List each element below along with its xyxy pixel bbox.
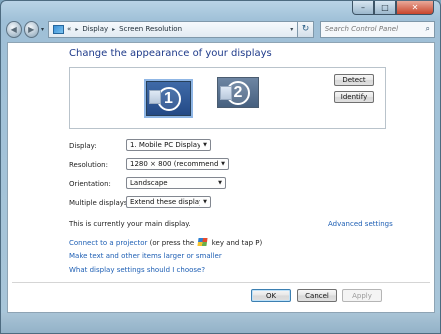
- display-select[interactable]: 1. Mobile PC Display ▼: [126, 139, 211, 151]
- advanced-settings-link[interactable]: Advanced settings: [328, 220, 393, 228]
- desktop-preview-icon: [220, 86, 232, 100]
- window-frame: – □ ✕ ◀ ▶ ▾ « ▸ Display ▸ Screen Resolut…: [0, 0, 441, 334]
- cancel-button[interactable]: Cancel: [297, 289, 337, 302]
- orientation-label: Orientation:: [69, 180, 111, 188]
- refresh-icon: ↻: [301, 24, 310, 34]
- multiple-displays-select-value: Extend these displays: [130, 198, 200, 206]
- display-help-link[interactable]: What display settings should I choose?: [69, 266, 205, 274]
- display-label: Display:: [69, 142, 97, 150]
- refresh-button[interactable]: ↻: [298, 20, 314, 38]
- desktop-preview-icon: [149, 90, 161, 104]
- forward-arrow-icon: ▶: [28, 24, 35, 34]
- windows-key-icon: [197, 238, 209, 246]
- breadcrumb-display[interactable]: Display: [82, 25, 108, 33]
- window-bottom-border: [1, 313, 440, 333]
- navigation-bar: ◀ ▶ ▾ « ▸ Display ▸ Screen Resolution ▾ …: [6, 18, 436, 40]
- content-pane: Change the appearance of your displays 1…: [7, 42, 435, 313]
- ok-button[interactable]: OK: [251, 289, 291, 302]
- recent-pages-dropdown[interactable]: ▾: [41, 26, 44, 33]
- footer-divider: [12, 282, 430, 283]
- chevron-down-icon: ▼: [221, 161, 225, 167]
- back-button[interactable]: ◀: [6, 20, 22, 38]
- breadcrumb-separator-icon[interactable]: ▸: [112, 26, 115, 33]
- search-box[interactable]: ⌕: [319, 20, 436, 38]
- resolution-select-value: 1280 × 800 (recommended): [130, 160, 218, 168]
- connect-projector-link[interactable]: Connect to a projector: [69, 239, 147, 247]
- address-dropdown-icon[interactable]: ▾: [290, 26, 293, 33]
- projector-hint-end: key and tap P): [211, 239, 263, 247]
- chevron-down-icon: ▼: [203, 142, 207, 148]
- search-input[interactable]: [324, 25, 426, 33]
- projector-line: Connect to a projector (or press the key…: [69, 238, 262, 247]
- search-icon[interactable]: ⌕: [426, 24, 430, 34]
- chevron-down-icon: ▼: [203, 199, 207, 205]
- projector-hint-start: (or press the: [149, 239, 195, 247]
- multiple-displays-label: Multiple displays:: [69, 199, 130, 207]
- orientation-select-value: Landscape: [130, 179, 168, 187]
- back-arrow-icon: ◀: [10, 24, 17, 34]
- forward-button[interactable]: ▶: [23, 20, 39, 38]
- close-button[interactable]: ✕: [396, 1, 434, 15]
- breadcrumb-screen-resolution[interactable]: Screen Resolution: [119, 25, 182, 33]
- caption-buttons: – □ ✕: [352, 1, 434, 15]
- breadcrumb-separator-icon[interactable]: ▸: [75, 26, 78, 33]
- page-title: Change the appearance of your displays: [69, 48, 272, 59]
- orientation-select[interactable]: Landscape ▼: [126, 177, 226, 189]
- minimize-button[interactable]: –: [352, 1, 374, 15]
- resolution-label: Resolution:: [69, 161, 108, 169]
- multiple-displays-select[interactable]: Extend these displays ▼: [126, 196, 211, 208]
- monitor-2[interactable]: 2: [217, 77, 259, 108]
- address-bar[interactable]: « ▸ Display ▸ Screen Resolution ▾: [48, 20, 299, 38]
- detect-button[interactable]: Detect: [334, 74, 374, 86]
- apply-button[interactable]: Apply: [342, 289, 382, 302]
- monitor-1[interactable]: 1: [146, 81, 191, 116]
- monitor-arrangement-area: 1 2 Detect Identify: [69, 67, 386, 129]
- text-size-link[interactable]: Make text and other items larger or smal…: [69, 252, 222, 260]
- identify-button[interactable]: Identify: [334, 91, 374, 103]
- breadcrumb-overflow[interactable]: «: [67, 25, 71, 33]
- chevron-down-icon: ▼: [218, 180, 222, 186]
- maximize-button[interactable]: □: [374, 1, 396, 15]
- main-display-status: This is currently your main display.: [69, 220, 191, 228]
- resolution-select[interactable]: 1280 × 800 (recommended) ▼: [126, 158, 229, 170]
- control-panel-icon: [53, 24, 65, 34]
- display-select-value: 1. Mobile PC Display: [130, 141, 200, 149]
